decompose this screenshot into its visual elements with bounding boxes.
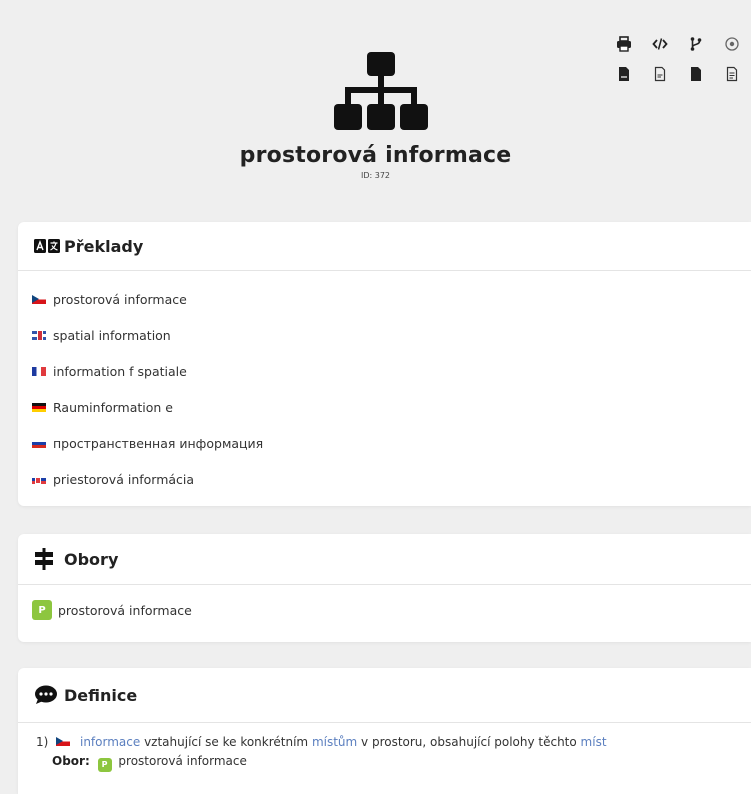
page-title: prostorová informace [239, 143, 512, 168]
translation-item-cs: prostorová informace [32, 281, 737, 317]
translation-text: priestorová informácia [53, 471, 195, 487]
code-icon[interactable] [649, 34, 671, 54]
term-id: ID: 372 [360, 171, 391, 180]
translation-text: Rauminformation e [53, 399, 173, 415]
definition-link-mistum[interactable]: místům [312, 735, 357, 749]
toolbar [613, 34, 743, 84]
translation-item-ru: пространственная информация [32, 425, 737, 461]
definition-fragment: vztahující se ke konkrétním [140, 735, 312, 749]
definition-item: 1) informace vztahující se ke konkrétním… [18, 723, 751, 772]
flag-cz-icon [56, 737, 71, 746]
translation-item-de: Rauminformation e [32, 389, 737, 425]
fields-list: P prostorová informace [18, 585, 751, 639]
file-solid-icon[interactable] [685, 64, 707, 84]
file-pdf-icon[interactable] [613, 64, 635, 84]
code-branch-icon[interactable] [685, 34, 707, 54]
definitions-title: Definice [64, 685, 138, 705]
translation-item-sk: priestorová informácia [32, 461, 737, 497]
translation-item-en: spatial information [32, 317, 737, 353]
translation-text: information f spatiale [53, 363, 187, 379]
language-icon [34, 238, 64, 254]
fields-header: Obory [18, 534, 751, 585]
fields-title: Obory [64, 549, 119, 569]
comment-dots-icon [34, 685, 64, 705]
definition-link-informace[interactable]: informace [80, 735, 140, 749]
field-badge: P [32, 600, 52, 620]
translation-item-fr: information f spatiale [32, 353, 737, 389]
file-alt-icon[interactable] [721, 64, 743, 84]
definitions-card: Definice 1) informace vztahující se ke k… [18, 668, 751, 794]
definition-field-text[interactable]: prostorová informace [118, 754, 246, 768]
translation-text: пространственная информация [53, 435, 264, 451]
file-outline-icon[interactable] [649, 64, 671, 84]
print-icon[interactable] [613, 34, 635, 54]
flag-sk-icon [32, 474, 46, 484]
definitions-header: Definice [18, 668, 751, 723]
flag-cz-icon [32, 294, 46, 304]
header: prostorová informace ID: 372 [0, 0, 751, 210]
definition-number: 1) [36, 735, 49, 749]
settings-icon[interactable] [721, 34, 743, 54]
translation-text: spatial information [53, 327, 171, 343]
translations-card: Překlady prostorová informace spatial in… [18, 222, 751, 506]
flag-de-icon [32, 402, 46, 412]
flag-gb-icon [32, 330, 46, 340]
flag-fr-icon [32, 366, 46, 376]
definition-field-label: Obor: [52, 754, 90, 768]
field-text: prostorová informace [58, 602, 192, 618]
flag-ru-icon [32, 438, 46, 448]
translation-text: prostorová informace [53, 291, 187, 307]
translations-title: Překlady [64, 236, 144, 256]
field-item[interactable]: P prostorová informace [32, 591, 737, 629]
fields-card: Obory P prostorová informace [18, 534, 751, 642]
definition-field-badge: P [97, 758, 112, 772]
sitemap-icon [334, 52, 428, 130]
definition-link-mist[interactable]: míst [581, 735, 607, 749]
page: prostorová informace ID: 372 Překlady pr… [0, 0, 751, 794]
definition-field: Obor: P prostorová informace [36, 752, 751, 772]
definition-text: 1) informace vztahující se ke konkrétním… [36, 733, 751, 752]
translations-list: prostorová informace spatial information… [18, 271, 751, 507]
definition-fragment: v prostoru, obsahující polohy těchto [357, 735, 581, 749]
signpost-icon [34, 548, 64, 570]
translations-header: Překlady [18, 222, 751, 271]
